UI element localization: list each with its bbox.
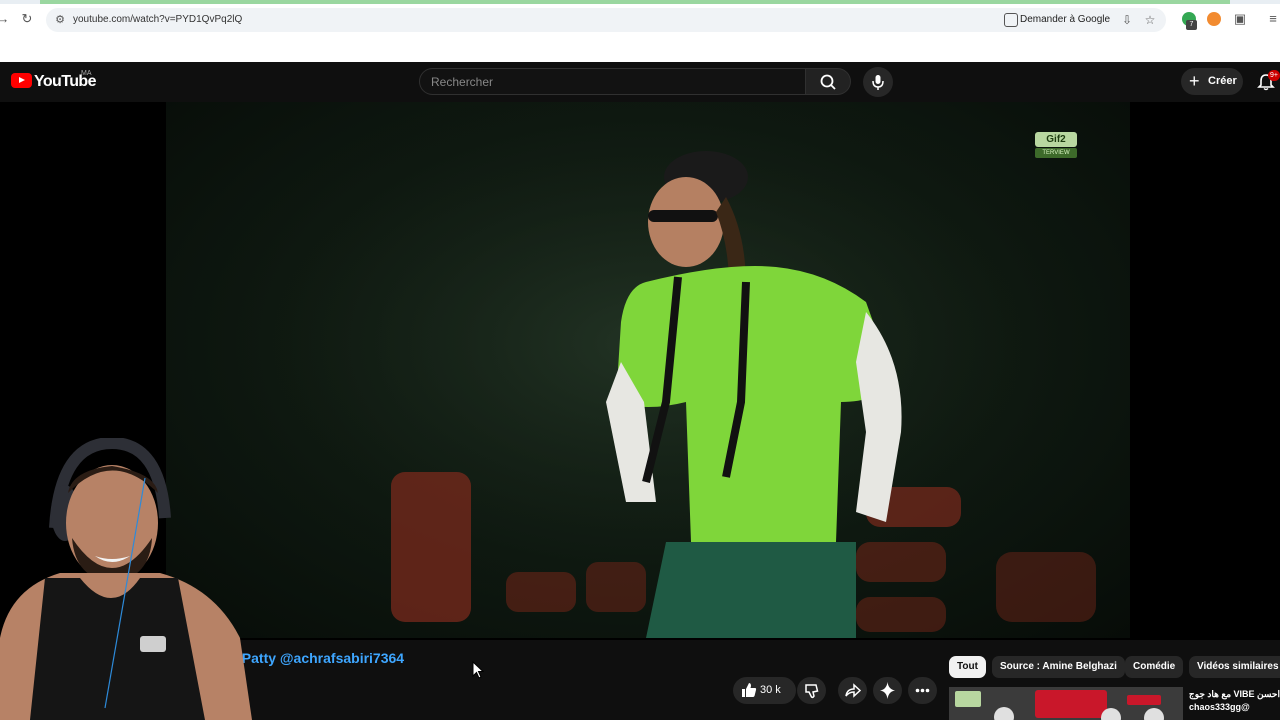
- more-actions-button[interactable]: [908, 677, 937, 704]
- related-title-line: احسن VIBE مع هاد جوج: [1189, 689, 1280, 699]
- search-input[interactable]: Rechercher: [419, 68, 806, 95]
- create-button[interactable]: + Créer: [1181, 68, 1243, 95]
- channel-watermark[interactable]: Gif2 TERVIEW: [1035, 132, 1077, 159]
- ask-google-label[interactable]: Demander à Google: [1020, 13, 1110, 27]
- dislike-button[interactable]: [797, 677, 826, 704]
- forward-arrow-icon[interactable]: →: [0, 10, 12, 28]
- webcam-image: [0, 438, 252, 720]
- chip-source[interactable]: Source : Amine Belghazi: [992, 656, 1125, 678]
- chip-all[interactable]: Tout: [949, 656, 986, 678]
- browser-content-top: [0, 40, 1280, 62]
- url-text[interactable]: youtube.com/watch?v=PYD1QvPq2lQ: [73, 13, 242, 27]
- notification-badge: 9+: [1268, 70, 1280, 81]
- microphone-icon: [872, 75, 884, 90]
- streamer-webcam-overlay: [0, 438, 252, 720]
- loading-bar: [0, 0, 1280, 4]
- search-button[interactable]: [806, 68, 851, 95]
- sparkle-icon: [880, 682, 895, 699]
- chip-similar-videos[interactable]: Vidéos similaires: [1189, 656, 1280, 678]
- related-video-title[interactable]: احسن VIBE مع هاد جوج chaos333gg@: [1189, 688, 1280, 714]
- site-settings-icon[interactable]: ⚙: [53, 13, 67, 27]
- share-icon: [845, 683, 862, 698]
- install-app-icon[interactable]: ⇩: [1119, 12, 1135, 28]
- video-title[interactable]: ilPatty @achrafsabiri7364: [234, 650, 404, 666]
- like-button[interactable]: 30 k: [733, 677, 796, 704]
- more-horizontal-icon: [915, 688, 930, 693]
- create-label: Créer: [1208, 75, 1237, 87]
- mouse-cursor-icon: [472, 661, 484, 679]
- plus-icon: +: [1189, 71, 1200, 91]
- watermark-logo-text: Gif2: [1035, 132, 1077, 147]
- video-frame: [166, 102, 1130, 638]
- watermark-subtext: TERVIEW: [1035, 148, 1077, 158]
- like-count: 30 k: [760, 684, 781, 696]
- thumbnail-image: [949, 687, 1183, 720]
- video-player[interactable]: Gif2 TERVIEW: [166, 102, 1130, 638]
- search-icon: [820, 74, 836, 90]
- youtube-logo-icon[interactable]: [11, 73, 32, 88]
- reload-icon[interactable]: ↻: [18, 10, 36, 28]
- google-lens-icon[interactable]: [1004, 13, 1018, 27]
- youtube-header: YouTube MA Rechercher + Créer 9+: [0, 62, 1280, 102]
- related-video-thumbnail[interactable]: [949, 687, 1183, 720]
- related-channel-line: chaos333gg@: [1189, 702, 1250, 712]
- search-placeholder: Rechercher: [431, 75, 494, 89]
- menu-icon[interactable]: ≡: [1264, 10, 1280, 28]
- thumbs-up-icon: [742, 683, 757, 697]
- extension-badge: 7: [1186, 20, 1197, 30]
- voice-search-button[interactable]: [863, 67, 893, 97]
- thumbs-down-icon: [805, 684, 819, 699]
- share-button[interactable]: [838, 677, 867, 704]
- browser-toolbar: → ↻ ⚙ youtube.com/watch?v=PYD1QvPq2lQ De…: [0, 0, 1280, 40]
- chip-comedy[interactable]: Comédie: [1125, 656, 1184, 678]
- extension-orange-icon[interactable]: [1207, 12, 1221, 26]
- country-code: MA: [81, 70, 92, 77]
- ask-ai-button[interactable]: [873, 677, 902, 704]
- extensions-puzzle-icon[interactable]: ▣: [1231, 10, 1249, 28]
- bookmark-star-icon[interactable]: ☆: [1142, 12, 1158, 28]
- address-bar[interactable]: ⚙ youtube.com/watch?v=PYD1QvPq2lQ Demand…: [46, 8, 1166, 32]
